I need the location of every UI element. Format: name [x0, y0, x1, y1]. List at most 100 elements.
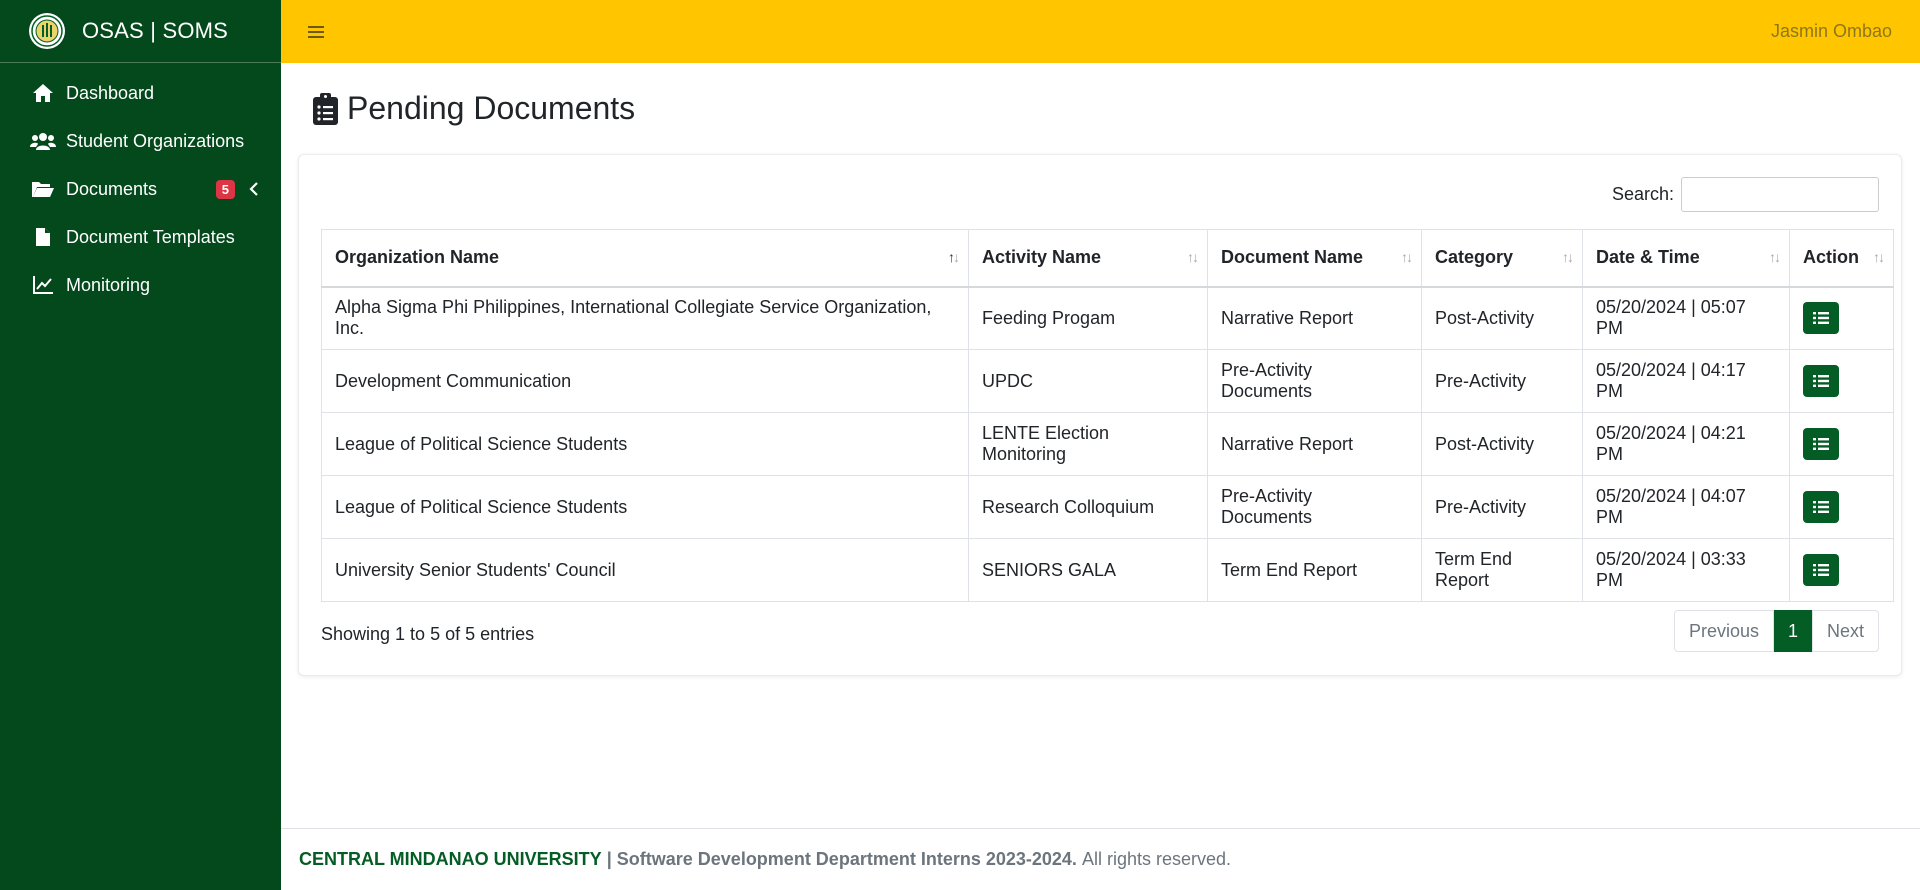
view-details-button[interactable]	[1803, 302, 1839, 335]
brand[interactable]: OSAS | SOMS	[0, 0, 281, 63]
cell-document-name: Term End Report	[1207, 538, 1422, 602]
list-icon	[1813, 564, 1829, 576]
documents-count-badge: 5	[215, 179, 235, 199]
cell-date-time: 05/20/2024 | 04:07 PM	[1582, 475, 1790, 539]
table-row: League of Political Science Students Res…	[321, 475, 1894, 539]
sidebar-item-label: Student Organizations	[66, 130, 245, 151]
table-row: League of Political Science Students LEN…	[321, 412, 1894, 476]
sidebar-item-documents[interactable]: Documents 5	[0, 165, 281, 213]
sort-icon: ↑↓	[1873, 248, 1885, 265]
column-header-action[interactable]: Action ↑↓	[1789, 229, 1894, 288]
cell-document-name: Narrative Report	[1207, 286, 1422, 350]
footer-department: Software Development Department Interns …	[616, 849, 1077, 869]
cell-category: Post-Activity	[1421, 412, 1583, 476]
cell-date-time: 05/20/2024 | 05:07 PM	[1582, 286, 1790, 350]
table-info: Showing 1 to 5 of 5 entries	[321, 624, 535, 644]
page-title: Pending Documents	[313, 90, 635, 127]
menu-toggle-icon[interactable]	[308, 24, 326, 40]
sort-icon: ↑↓	[948, 248, 960, 265]
cell-organization-name: League of Political Science Students	[321, 412, 969, 476]
cell-activity-name: LENTE Election Monitoring	[968, 412, 1208, 476]
cell-category: Pre-Activity	[1421, 349, 1583, 413]
folder-open-icon	[30, 177, 56, 201]
table-row: Alpha Sigma Phi Philippines, Internation…	[321, 286, 1894, 350]
list-icon	[1813, 375, 1829, 387]
cell-action	[1789, 286, 1894, 350]
list-icon	[1813, 438, 1829, 450]
pagination: Previous 1 Next	[1673, 610, 1879, 652]
sidebar-item-monitoring[interactable]: Monitoring	[0, 261, 281, 309]
cell-date-time: 05/20/2024 | 04:21 PM	[1582, 412, 1790, 476]
column-header-category[interactable]: Category ↑↓	[1421, 229, 1583, 288]
column-header-organization-name[interactable]: Organization Name ↑↓	[321, 229, 969, 288]
list-icon	[1813, 501, 1829, 513]
main-content: Pending Documents Search: Organization N…	[281, 63, 1920, 830]
cell-organization-name: Development Communication	[321, 349, 969, 413]
pagination-next-button[interactable]: Next	[1811, 610, 1879, 652]
topbar: Jasmin Ombao	[281, 0, 1920, 63]
table-header-row: Organization Name ↑↓ Activity Name ↑↓ Do…	[321, 229, 1894, 288]
sort-icon: ↑↓	[1401, 248, 1413, 265]
pagination-page-1-button[interactable]: 1	[1773, 610, 1812, 652]
cell-action	[1789, 349, 1894, 413]
sort-icon: ↑↓	[1769, 248, 1781, 265]
home-icon	[30, 81, 56, 105]
sort-icon: ↑↓	[1562, 248, 1574, 265]
university-logo-icon	[29, 13, 65, 49]
sidebar: OSAS | SOMS Dashboard Student Organizati…	[0, 0, 281, 890]
footer: CENTRAL MINDANAO UNIVERSITY | Software D…	[281, 828, 1920, 890]
cell-category: Term End Report	[1421, 538, 1583, 602]
sidebar-item-label: Document Templates	[66, 226, 235, 247]
cell-action	[1789, 412, 1894, 476]
cell-document-name: Pre-Activity Documents	[1207, 349, 1422, 413]
view-details-button[interactable]	[1803, 428, 1839, 460]
documents-card: Search: Organization Name ↑↓ Activity Na…	[298, 154, 1902, 676]
clipboard-list-icon	[313, 92, 338, 125]
sidebar-item-label: Dashboard	[66, 82, 155, 103]
view-details-button[interactable]	[1803, 491, 1839, 523]
cell-date-time: 05/20/2024 | 03:33 PM	[1582, 538, 1790, 602]
cell-category: Pre-Activity	[1421, 475, 1583, 539]
cell-organization-name: Alpha Sigma Phi Philippines, Internation…	[321, 286, 969, 350]
sidebar-item-label: Documents	[66, 178, 158, 199]
view-details-button[interactable]	[1803, 554, 1839, 586]
search-input[interactable]	[1681, 177, 1879, 212]
column-header-date-time[interactable]: Date & Time ↑↓	[1582, 229, 1790, 288]
page-title-text: Pending Documents	[347, 90, 636, 126]
sidebar-item-document-templates[interactable]: Document Templates	[0, 213, 281, 261]
view-details-button[interactable]	[1803, 365, 1839, 397]
footer-rights: All rights reserved.	[1081, 849, 1232, 869]
chevron-left-icon[interactable]	[249, 181, 259, 197]
cell-activity-name: Feeding Progam	[968, 286, 1208, 350]
sort-icon: ↑↓	[1187, 248, 1199, 265]
column-header-activity-name[interactable]: Activity Name ↑↓	[968, 229, 1208, 288]
cell-category: Post-Activity	[1421, 286, 1583, 350]
cell-activity-name: SENIORS GALA	[968, 538, 1208, 602]
footer-university: CENTRAL MINDANAO UNIVERSITY	[299, 849, 602, 869]
table-row: Development Communication UPDC Pre-Activ…	[321, 349, 1894, 413]
cell-organization-name: League of Political Science Students	[321, 475, 969, 539]
cell-activity-name: Research Colloquium	[968, 475, 1208, 539]
list-icon	[1813, 312, 1829, 325]
cell-activity-name: UPDC	[968, 349, 1208, 413]
pending-documents-table: Organization Name ↑↓ Activity Name ↑↓ Do…	[321, 229, 1894, 602]
sidebar-item-dashboard[interactable]: Dashboard	[0, 69, 281, 117]
search-label: Search:	[1611, 184, 1674, 204]
search-box: Search:	[1612, 177, 1879, 212]
app-title: OSAS | SOMS	[82, 18, 229, 43]
column-header-document-name[interactable]: Document Name ↑↓	[1207, 229, 1422, 288]
sidebar-item-label: Monitoring	[66, 274, 151, 295]
cell-organization-name: University Senior Students' Council	[321, 538, 969, 602]
cell-date-time: 05/20/2024 | 04:17 PM	[1582, 349, 1790, 413]
line-chart-icon	[30, 273, 56, 297]
sidebar-nav: Dashboard Student Organizations Document…	[0, 63, 281, 309]
users-icon	[30, 129, 56, 153]
cell-document-name: Narrative Report	[1207, 412, 1422, 476]
cell-action	[1789, 538, 1894, 602]
file-icon	[30, 225, 56, 249]
cell-action	[1789, 475, 1894, 539]
sidebar-item-student-organizations[interactable]: Student Organizations	[0, 117, 281, 165]
cell-document-name: Pre-Activity Documents	[1207, 475, 1422, 539]
pagination-previous-button[interactable]: Previous	[1673, 610, 1774, 652]
user-menu[interactable]: Jasmin Ombao	[1771, 21, 1892, 42]
